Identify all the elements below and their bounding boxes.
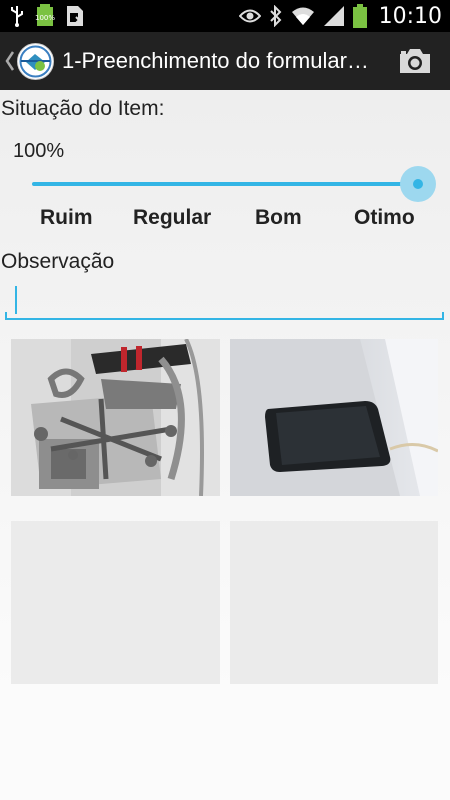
- app-logo-icon[interactable]: [17, 43, 54, 80]
- photo-phone-image: [230, 339, 438, 496]
- photo-thumbnail-2[interactable]: [230, 339, 438, 496]
- clock: 10:10: [378, 3, 442, 29]
- photo-slot-empty-1[interactable]: [11, 521, 220, 684]
- camera-icon[interactable]: [398, 46, 432, 76]
- signal-icon: [323, 6, 344, 26]
- level-ruim: Ruim: [40, 206, 93, 229]
- usb-icon: [11, 6, 23, 27]
- wifi-icon: [291, 7, 314, 25]
- eye-icon: [238, 9, 261, 23]
- level-labels: Ruim Regular Bom Otimo: [0, 206, 450, 236]
- slider-track[interactable]: [32, 182, 418, 186]
- slider-thumb[interactable]: [413, 179, 423, 189]
- form-content: Situação do Item: 100% Ruim Regular Bom …: [0, 90, 450, 800]
- battery-icon: [352, 4, 367, 28]
- level-bom: Bom: [255, 206, 302, 229]
- photo-slot-empty-2[interactable]: [230, 521, 438, 684]
- sim-card-icon: [67, 6, 83, 26]
- status-bar: 100% 10:10: [0, 0, 450, 32]
- input-edge-left: [5, 312, 7, 320]
- text-cursor: [15, 286, 17, 314]
- status-right-icons: 10:10: [238, 3, 442, 29]
- back-chevron-icon[interactable]: [4, 50, 16, 72]
- percent-value: 100%: [13, 140, 65, 162]
- situacao-slider[interactable]: [32, 166, 436, 202]
- situacao-label: Situação do Item:: [1, 97, 165, 120]
- photo-object-image: [11, 339, 220, 496]
- status-left-icons: 100%: [10, 4, 84, 28]
- action-bar: 1-Preenchimento do formulario...: [0, 32, 450, 90]
- observacao-label: Observação: [1, 250, 115, 273]
- level-otimo: Otimo: [354, 206, 415, 229]
- battery-full-small-icon: 100%: [34, 4, 56, 28]
- observacao-input[interactable]: [6, 280, 444, 320]
- photo-thumbnail-1[interactable]: [11, 339, 220, 496]
- input-edge-right: [442, 312, 444, 320]
- level-regular: Regular: [133, 206, 212, 229]
- page-title: 1-Preenchimento do formulario...: [62, 48, 372, 73]
- battery-percent-text: 100%: [35, 14, 56, 22]
- bluetooth-icon: [269, 5, 282, 27]
